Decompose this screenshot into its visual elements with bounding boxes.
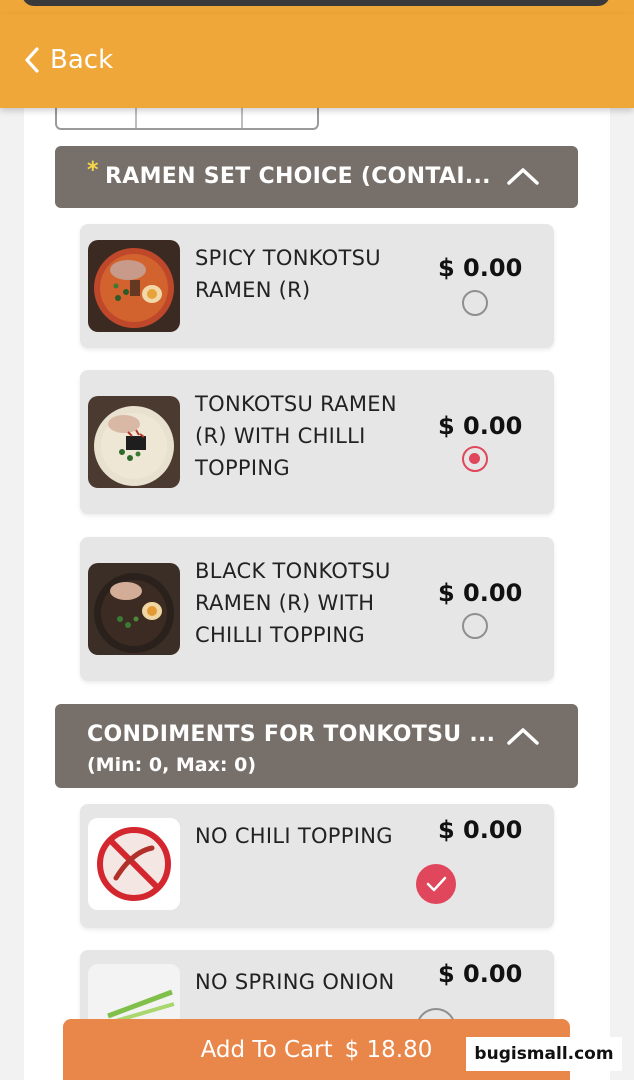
option-name: NO SPRING ONION [195, 970, 395, 994]
option-price: $ 0.00 [438, 960, 523, 988]
option-name: BLACK TONKOTSU RAMEN (R) WITH CHILLI TOP… [195, 559, 391, 647]
chevron-left-icon [25, 47, 39, 73]
url-bar [22, 0, 610, 6]
section-title: RAMEN SET CHOICE (CONTAI... [105, 164, 491, 189]
no-chili-image [88, 818, 180, 910]
chevron-up-icon[interactable] [506, 166, 540, 186]
app-header: Back [0, 14, 634, 108]
cart-total: $ 18.80 [344, 1036, 433, 1063]
option-checkbox-checked[interactable] [416, 864, 456, 904]
option-name: NO CHILI TOPPING [195, 824, 393, 848]
add-to-cart-label: Add To Cart [200, 1036, 333, 1063]
option-radio-selected[interactable] [462, 446, 488, 472]
required-marker: * [87, 158, 99, 183]
back-label: Back [50, 45, 114, 75]
watermark: bugismall.com [466, 1037, 622, 1071]
option-card-spicy-tonkotsu[interactable]: SPICY TONKOTSU RAMEN (R) $ 0.00 [80, 224, 554, 348]
option-price: $ 0.00 [438, 816, 523, 844]
chevron-up-icon[interactable] [506, 726, 540, 746]
option-price: $ 0.00 [438, 412, 523, 440]
section-subtitle: (Min: 0, Max: 0) [87, 754, 256, 776]
check-icon [426, 876, 447, 892]
tonkotsu-ramen-image [88, 396, 180, 488]
option-card-black-tonkotsu[interactable]: BLACK TONKOTSU RAMEN (R) WITH CHILLI TOP… [80, 537, 554, 681]
section-title: CONDIMENTS FOR TONKOTSU ... [87, 722, 496, 747]
black-ramen-image [88, 563, 180, 655]
option-radio[interactable] [462, 613, 488, 639]
option-price: $ 0.00 [438, 579, 523, 607]
option-radio[interactable] [462, 290, 488, 316]
option-price: $ 0.00 [438, 254, 523, 282]
section-header-ramen-set[interactable]: * RAMEN SET CHOICE (CONTAI... [55, 146, 578, 208]
option-card-tonkotsu-chilli[interactable]: TONKOTSU RAMEN (R) WITH CHILLI TOPPING $… [80, 370, 554, 514]
option-name: TONKOTSU RAMEN (R) WITH CHILLI TOPPING [195, 392, 397, 480]
option-name: SPICY TONKOTSU RAMEN (R) [195, 246, 381, 302]
option-card-no-chili[interactable]: NO CHILI TOPPING $ 0.00 [80, 804, 554, 928]
section-header-condiments[interactable]: CONDIMENTS FOR TONKOTSU ... (Min: 0, Max… [55, 704, 578, 788]
back-button[interactable]: Back [24, 45, 113, 75]
spicy-ramen-image [88, 240, 180, 332]
